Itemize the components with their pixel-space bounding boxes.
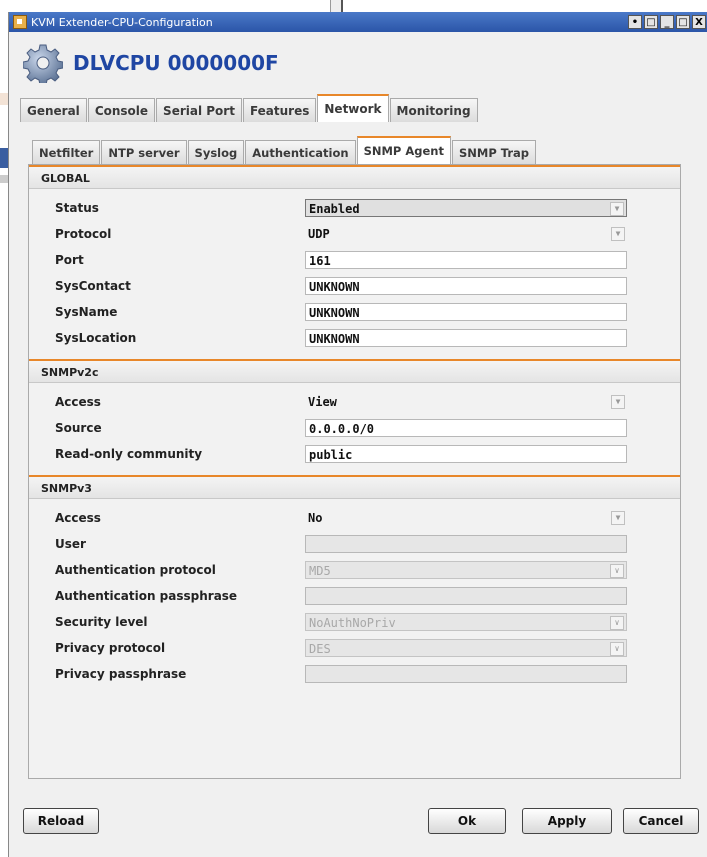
- window-titlebar[interactable]: KVM Extender-CPU-Configuration • □ _ □ X: [9, 12, 707, 32]
- community-label: Read-only community: [55, 447, 203, 461]
- java-app-icon: [13, 15, 27, 29]
- chevron-down-icon[interactable]: ∨: [610, 642, 624, 656]
- status-label: Status: [55, 201, 99, 215]
- v3-access-select[interactable]: No ▼: [305, 509, 627, 527]
- tab-ntp-server[interactable]: NTP server: [101, 140, 187, 164]
- syscontact-field[interactable]: UNKNOWN: [305, 277, 627, 295]
- chevron-down-icon[interactable]: ∨: [610, 564, 624, 578]
- v2c-access-value: View: [308, 395, 337, 409]
- source-label: Source: [55, 421, 102, 435]
- tab-serial-port[interactable]: Serial Port: [156, 98, 242, 122]
- tab-authentication[interactable]: Authentication: [245, 140, 356, 164]
- port-field[interactable]: 161: [305, 251, 627, 269]
- auth-passphrase-field[interactable]: [305, 587, 627, 605]
- window-title: KVM Extender-CPU-Configuration: [31, 15, 213, 29]
- chevron-down-icon[interactable]: ▼: [611, 395, 625, 409]
- restore-icon[interactable]: □: [644, 15, 658, 29]
- tab-network[interactable]: Network: [317, 94, 389, 122]
- chevron-down-icon[interactable]: ∨: [610, 616, 624, 630]
- syslocation-field[interactable]: UNKNOWN: [305, 329, 627, 347]
- section-snmpv2c-heading: SNMPv2c: [29, 359, 680, 383]
- source-field[interactable]: 0.0.0.0/0: [305, 419, 627, 437]
- tab-snmp-trap[interactable]: SNMP Trap: [451, 140, 536, 164]
- tab-monitoring[interactable]: Monitoring: [389, 98, 478, 122]
- auth-protocol-value: MD5: [309, 564, 331, 578]
- status-value: Enabled: [309, 202, 360, 216]
- status-select[interactable]: Enabled ▼: [305, 199, 627, 217]
- tab-netfilter[interactable]: Netfilter: [32, 140, 101, 164]
- sysname-label: SysName: [55, 305, 118, 319]
- pin-icon[interactable]: •: [628, 15, 642, 29]
- auth-passphrase-label: Authentication passphrase: [55, 589, 238, 603]
- section-snmpv3: Access No ▼ User Authentication protocol…: [29, 499, 680, 695]
- community-field[interactable]: public: [305, 445, 627, 463]
- port-label: Port: [55, 253, 84, 267]
- section-global-heading: GLOBAL: [29, 165, 680, 189]
- v3-access-value: No: [308, 511, 323, 525]
- security-level-value: NoAuthNoPriv: [309, 616, 396, 630]
- sysname-field[interactable]: UNKNOWN: [305, 303, 627, 321]
- v3-access-label: Access: [55, 511, 101, 525]
- snmp-agent-panel: GLOBAL Status Enabled ▼ Protocol UDP ▼ P…: [28, 164, 681, 779]
- desktop-background: [0, 0, 707, 12]
- user-field[interactable]: [305, 535, 627, 553]
- tab-snmp-agent[interactable]: SNMP Agent: [356, 136, 451, 164]
- protocol-value: UDP: [308, 227, 330, 241]
- security-level-select[interactable]: NoAuthNoPriv ∨: [305, 613, 627, 631]
- ok-button[interactable]: Ok: [428, 808, 506, 834]
- device-header: DLVCPU 0000000F: [9, 32, 707, 94]
- user-label: User: [55, 537, 86, 551]
- syscontact-label: SysContact: [55, 279, 131, 293]
- main-tabbar: General Console Serial Port Features Net…: [20, 94, 479, 122]
- minimize-icon[interactable]: _: [660, 15, 674, 29]
- privacy-protocol-value: DES: [309, 642, 331, 656]
- section-snmpv2c: Access View ▼ Source 0.0.0.0/0 Read-only…: [29, 383, 680, 475]
- background-window-edge: [330, 0, 343, 12]
- tab-general[interactable]: General: [20, 98, 87, 122]
- tab-syslog[interactable]: Syslog: [187, 140, 245, 164]
- protocol-select[interactable]: UDP ▼: [305, 225, 627, 243]
- apply-button[interactable]: Apply: [522, 808, 612, 834]
- gear-icon: [23, 44, 63, 83]
- privacy-protocol-label: Privacy protocol: [55, 641, 166, 655]
- device-title: DLVCPU 0000000F: [73, 51, 279, 75]
- privacy-passphrase-label: Privacy passphrase: [55, 667, 187, 681]
- security-level-label: Security level: [55, 615, 148, 629]
- protocol-label: Protocol: [55, 227, 112, 241]
- chevron-down-icon[interactable]: ▼: [610, 202, 624, 216]
- cancel-button[interactable]: Cancel: [623, 808, 699, 834]
- close-icon[interactable]: X: [692, 15, 706, 29]
- tab-console[interactable]: Console: [87, 98, 156, 122]
- section-snmpv3-heading: SNMPv3: [29, 475, 680, 499]
- tab-features[interactable]: Features: [242, 98, 317, 122]
- chevron-down-icon[interactable]: ▼: [611, 227, 625, 241]
- maximize-icon[interactable]: □: [676, 15, 690, 29]
- auth-protocol-select[interactable]: MD5 ∨: [305, 561, 627, 579]
- section-global: Status Enabled ▼ Protocol UDP ▼ Port 161…: [29, 189, 680, 359]
- reload-button[interactable]: Reload: [23, 808, 99, 834]
- syslocation-label: SysLocation: [55, 331, 137, 345]
- v2c-access-select[interactable]: View ▼: [305, 393, 627, 411]
- network-subtabbar: Netfilter NTP server Syslog Authenticati…: [32, 136, 537, 164]
- privacy-passphrase-field[interactable]: [305, 665, 627, 683]
- v2c-access-label: Access: [55, 395, 101, 409]
- auth-protocol-label: Authentication protocol: [55, 563, 216, 577]
- privacy-protocol-select[interactable]: DES ∨: [305, 639, 627, 657]
- chevron-down-icon[interactable]: ▼: [611, 511, 625, 525]
